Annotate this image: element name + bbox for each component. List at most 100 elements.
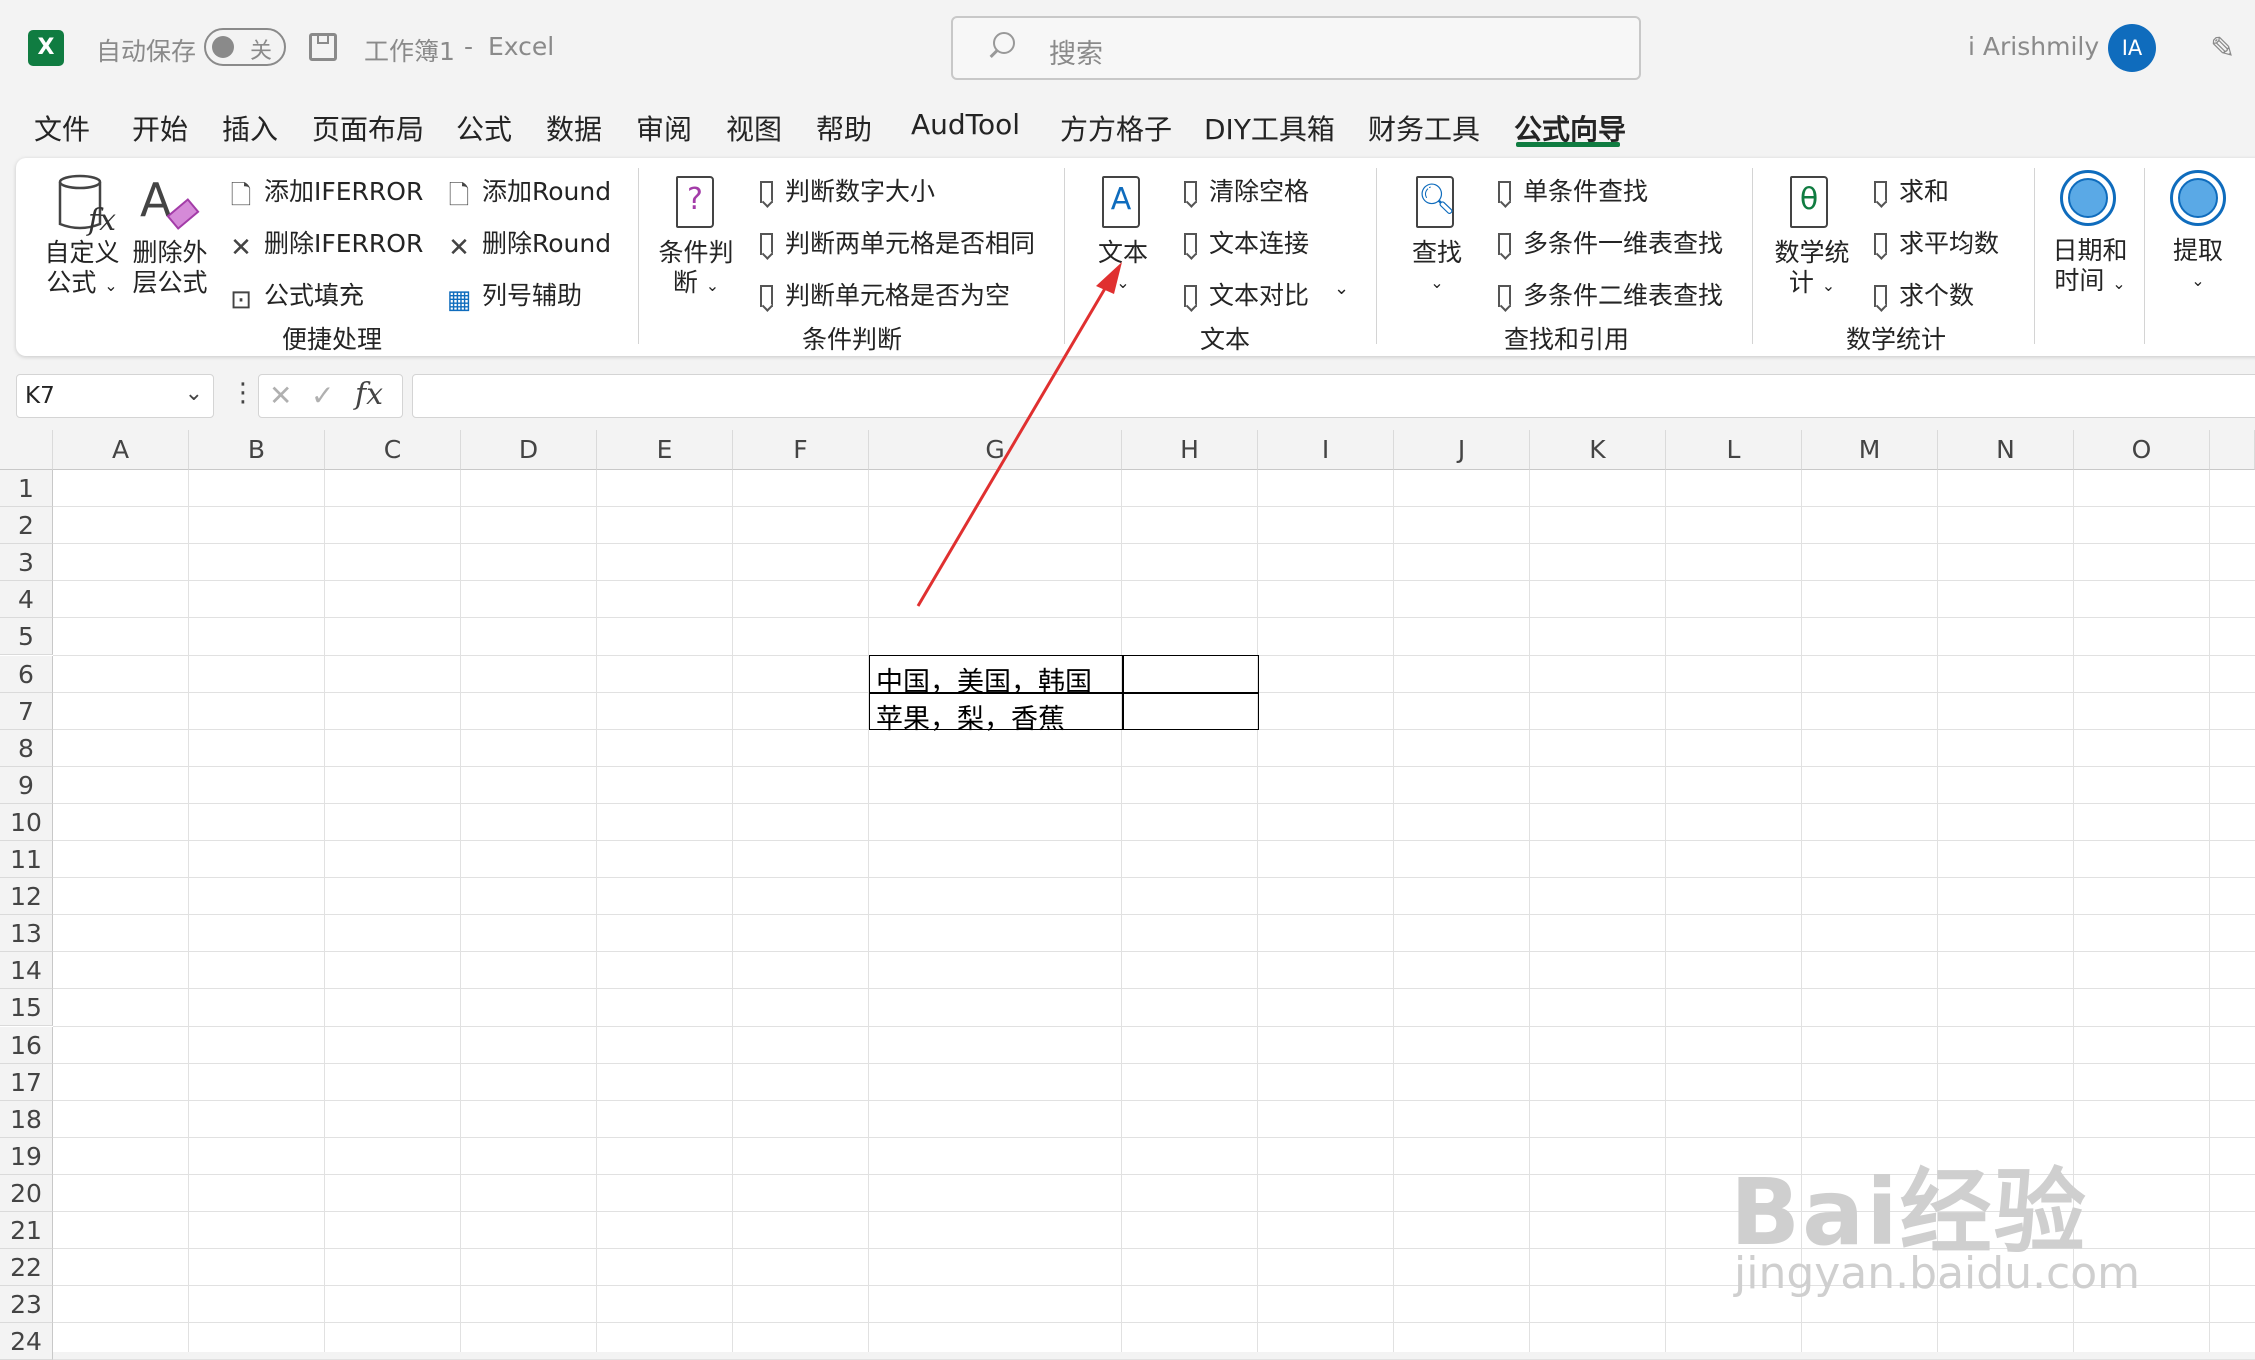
column-header[interactable]: L: [1666, 430, 1802, 470]
column-header[interactable]: D: [461, 430, 597, 470]
column-header[interactable]: K: [1530, 430, 1666, 470]
bookmark-icon: [760, 233, 773, 255]
delete-outer-formula-button[interactable]: 删除外 层公式: [128, 238, 212, 298]
average-item[interactable]: 求平均数: [1874, 224, 1999, 260]
text-join-item[interactable]: 文本连接: [1184, 224, 1309, 260]
row-header[interactable]: 12: [0, 878, 53, 916]
delete-round-button[interactable]: ✕ 删除Round: [446, 224, 611, 261]
grid-hline: [53, 988, 2255, 990]
math-stats-button[interactable]: 数学统 计 ⌄: [1770, 238, 1854, 301]
math-line2: 计 ⌄: [1770, 268, 1854, 301]
custom-formula-button[interactable]: 自定义 公式 ⌄: [42, 238, 122, 301]
formula-fill-button[interactable]: ⊡ 公式填充: [228, 276, 364, 313]
row-header[interactable]: 18: [0, 1100, 53, 1138]
condition-line1: 条件判: [658, 238, 734, 267]
row-header[interactable]: 9: [0, 766, 53, 804]
row-header[interactable]: 8: [0, 729, 53, 767]
tab-audtool[interactable]: AudTool: [911, 108, 1020, 141]
avatar[interactable]: IA: [2108, 24, 2156, 72]
tab-data[interactable]: 数据: [546, 108, 602, 148]
row-header[interactable]: 11: [0, 841, 53, 879]
save-icon[interactable]: [309, 33, 337, 61]
search-box[interactable]: 搜索: [951, 16, 1641, 80]
tab-home[interactable]: 开始: [132, 108, 188, 148]
column-header[interactable]: C: [325, 430, 461, 470]
tab-formulas[interactable]: 公式: [456, 108, 512, 148]
column-header[interactable]: A: [53, 430, 189, 470]
user-name[interactable]: i Arishmily: [1968, 32, 2099, 61]
autosave-toggle[interactable]: 关: [204, 28, 286, 66]
column-header[interactable]: B: [189, 430, 325, 470]
multi-cond-2d-find-item[interactable]: 多条件二维表查找: [1498, 276, 1723, 312]
delete-iferror-button[interactable]: ✕ 删除IFERROR: [228, 224, 423, 261]
tab-fangfang[interactable]: 方方格子: [1060, 108, 1172, 148]
more-options-icon[interactable]: ⋮: [230, 378, 256, 408]
pen-icon[interactable]: ✎: [2210, 34, 2240, 64]
row-header[interactable]: 20: [0, 1174, 53, 1212]
column-header[interactable]: O: [2074, 430, 2210, 470]
cancel-icon[interactable]: ✕: [269, 379, 292, 412]
chevron-down-icon[interactable]: ⌄: [1334, 278, 1349, 299]
select-all-corner[interactable]: [0, 430, 53, 470]
grid-hline: [53, 1322, 2255, 1324]
text-compare-item[interactable]: 文本对比: [1184, 276, 1309, 312]
chevron-down-icon: ⌄: [705, 276, 720, 295]
row-header[interactable]: 1: [0, 470, 53, 508]
multi-cond-1d-find-item[interactable]: 多条件一维表查找: [1498, 224, 1723, 260]
row-header[interactable]: 2: [0, 507, 53, 545]
row-header[interactable]: 21: [0, 1212, 53, 1250]
add-iferror-button[interactable]: 🗋 添加IFERROR: [228, 172, 424, 209]
count-item[interactable]: 求个数: [1874, 276, 1974, 312]
column-header[interactable]: F: [733, 430, 869, 470]
row-header[interactable]: 13: [0, 915, 53, 953]
row-header[interactable]: 4: [0, 581, 53, 619]
cell-g7[interactable]: 苹果，梨，香蕉: [876, 697, 1065, 736]
find-button[interactable]: 查找 ⌄: [1400, 238, 1474, 298]
extract-button[interactable]: 提取 ⌄: [2160, 236, 2236, 296]
tab-diy[interactable]: DIY工具箱: [1204, 108, 1335, 148]
name-box[interactable]: K7 ⌄: [16, 374, 214, 418]
row-header[interactable]: 23: [0, 1286, 53, 1324]
row-header[interactable]: 6: [0, 655, 53, 693]
tab-file[interactable]: 文件: [34, 108, 90, 148]
insert-function-button[interactable]: fx: [355, 377, 383, 412]
column-assist-button[interactable]: ▦ 列号辅助: [446, 276, 582, 313]
row-header[interactable]: 22: [0, 1249, 53, 1287]
row-header[interactable]: 7: [0, 692, 53, 730]
column-header[interactable]: H: [1122, 430, 1258, 470]
column-header[interactable]: N: [1938, 430, 2074, 470]
grid-vline: [2209, 470, 2210, 1352]
tab-view[interactable]: 视图: [726, 108, 782, 148]
row-header[interactable]: 3: [0, 544, 53, 582]
cell-g6[interactable]: 中国，美国，韩国: [876, 660, 1092, 699]
single-cond-find-item[interactable]: 单条件查找: [1498, 172, 1648, 208]
column-header[interactable]: E: [597, 430, 733, 470]
close-icon: ✕: [448, 233, 470, 263]
row-header[interactable]: 10: [0, 803, 53, 841]
tab-review[interactable]: 审阅: [636, 108, 692, 148]
condition-judge-button[interactable]: 条件判 断 ⌄: [656, 238, 736, 301]
row-header[interactable]: 24: [0, 1323, 53, 1360]
row-header[interactable]: 5: [0, 618, 53, 656]
column-header[interactable]: J: [1394, 430, 1530, 470]
clear-spaces-item[interactable]: 清除空格: [1184, 172, 1309, 208]
row-header[interactable]: 15: [0, 989, 53, 1027]
worksheet-grid[interactable]: ABCDEFGHIJKLMNO 1 2 3 4 5 6 7 8 9 10 11 12 13 14 15 16 1…: [0, 262, 2255, 1360]
add-round-button[interactable]: 🗋 添加Round: [446, 172, 612, 209]
row-header[interactable]: 17: [0, 1063, 53, 1101]
formula-input[interactable]: [412, 374, 2255, 418]
tab-page-layout[interactable]: 页面布局: [312, 108, 424, 148]
check-icon[interactable]: ✓: [311, 379, 334, 412]
column-header[interactable]: M: [1802, 430, 1938, 470]
custom-formula-icon: fx: [56, 172, 116, 238]
sum-item[interactable]: 求和: [1874, 172, 1949, 208]
tab-finance[interactable]: 财务工具: [1368, 108, 1480, 148]
column-header[interactable]: I: [1258, 430, 1394, 470]
tab-help[interactable]: 帮助: [816, 108, 872, 148]
datetime-button[interactable]: 日期和 时间 ⌄: [2044, 236, 2136, 299]
judge-number-size-item[interactable]: 判断数字大小: [760, 172, 935, 208]
row-header[interactable]: 16: [0, 1026, 53, 1064]
row-header[interactable]: 14: [0, 952, 53, 990]
tab-insert[interactable]: 插入: [222, 108, 278, 148]
row-header[interactable]: 19: [0, 1137, 53, 1175]
